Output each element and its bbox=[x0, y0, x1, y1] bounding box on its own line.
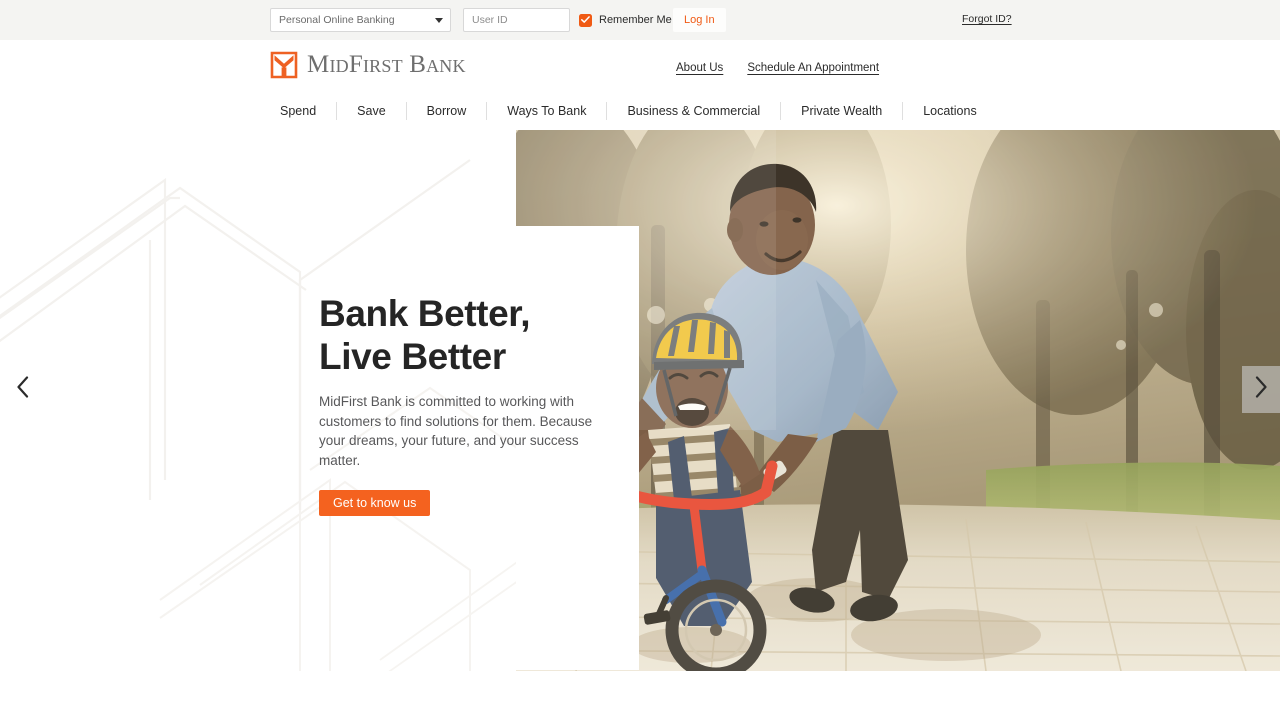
get-to-know-us-button[interactable]: Get to know us bbox=[319, 490, 431, 516]
site-logo-text: MIDFIRST BANK bbox=[307, 51, 466, 78]
forgot-id-link[interactable]: Forgot ID? bbox=[962, 13, 1012, 25]
below-hero-space bbox=[0, 671, 1280, 724]
nav-item-save[interactable]: Save bbox=[337, 102, 406, 120]
account-type-select[interactable]: Personal Online Banking bbox=[270, 8, 451, 32]
nav-item-ways-to-bank[interactable]: Ways To Bank bbox=[487, 102, 606, 120]
nav-item-locations[interactable]: Locations bbox=[903, 102, 997, 120]
hero-content: Bank Better, Live Better MidFirst Bank i… bbox=[319, 292, 619, 516]
utility-bar: Personal Online Banking Remember Me Log … bbox=[0, 0, 1280, 40]
checkmark-icon bbox=[579, 13, 592, 27]
chevron-right-icon bbox=[1254, 376, 1268, 403]
nav-item-spend[interactable]: Spend bbox=[270, 102, 336, 120]
remember-me-checkbox[interactable]: Remember Me bbox=[579, 12, 672, 28]
remember-me-label: Remember Me bbox=[599, 14, 672, 26]
header-utility-links: About Us Schedule An Appointment bbox=[676, 62, 879, 74]
header-link-schedule-appointment[interactable]: Schedule An Appointment bbox=[747, 62, 879, 74]
nav-item-borrow[interactable]: Borrow bbox=[407, 102, 487, 120]
nav-item-business-commercial[interactable]: Business & Commercial bbox=[607, 102, 780, 120]
hero-title: Bank Better, Live Better bbox=[319, 293, 531, 377]
page-root: Personal Online Banking Remember Me Log … bbox=[0, 0, 1280, 724]
main-navigation: Spend Save Borrow Ways To Bank Business … bbox=[0, 92, 1280, 130]
log-in-button[interactable]: Log In bbox=[673, 8, 726, 32]
carousel-next-button[interactable] bbox=[1242, 366, 1280, 413]
header-link-about-us[interactable]: About Us bbox=[676, 62, 723, 74]
site-header: MIDFIRST BANK About Us Schedule An Appoi… bbox=[0, 40, 1280, 119]
nav-item-private-wealth[interactable]: Private Wealth bbox=[781, 102, 902, 120]
hero-description: MidFirst Bank is committed to working wi… bbox=[319, 394, 593, 468]
chevron-left-icon bbox=[16, 375, 30, 403]
user-id-input[interactable] bbox=[463, 8, 570, 32]
chevron-down-icon bbox=[435, 18, 443, 23]
midfirst-m-logo-icon bbox=[270, 50, 298, 80]
carousel-prev-button[interactable] bbox=[8, 372, 38, 406]
hero-carousel bbox=[516, 130, 1280, 671]
account-type-select-value: Personal Online Banking bbox=[279, 14, 395, 26]
site-logo[interactable]: MIDFIRST BANK bbox=[270, 50, 466, 80]
